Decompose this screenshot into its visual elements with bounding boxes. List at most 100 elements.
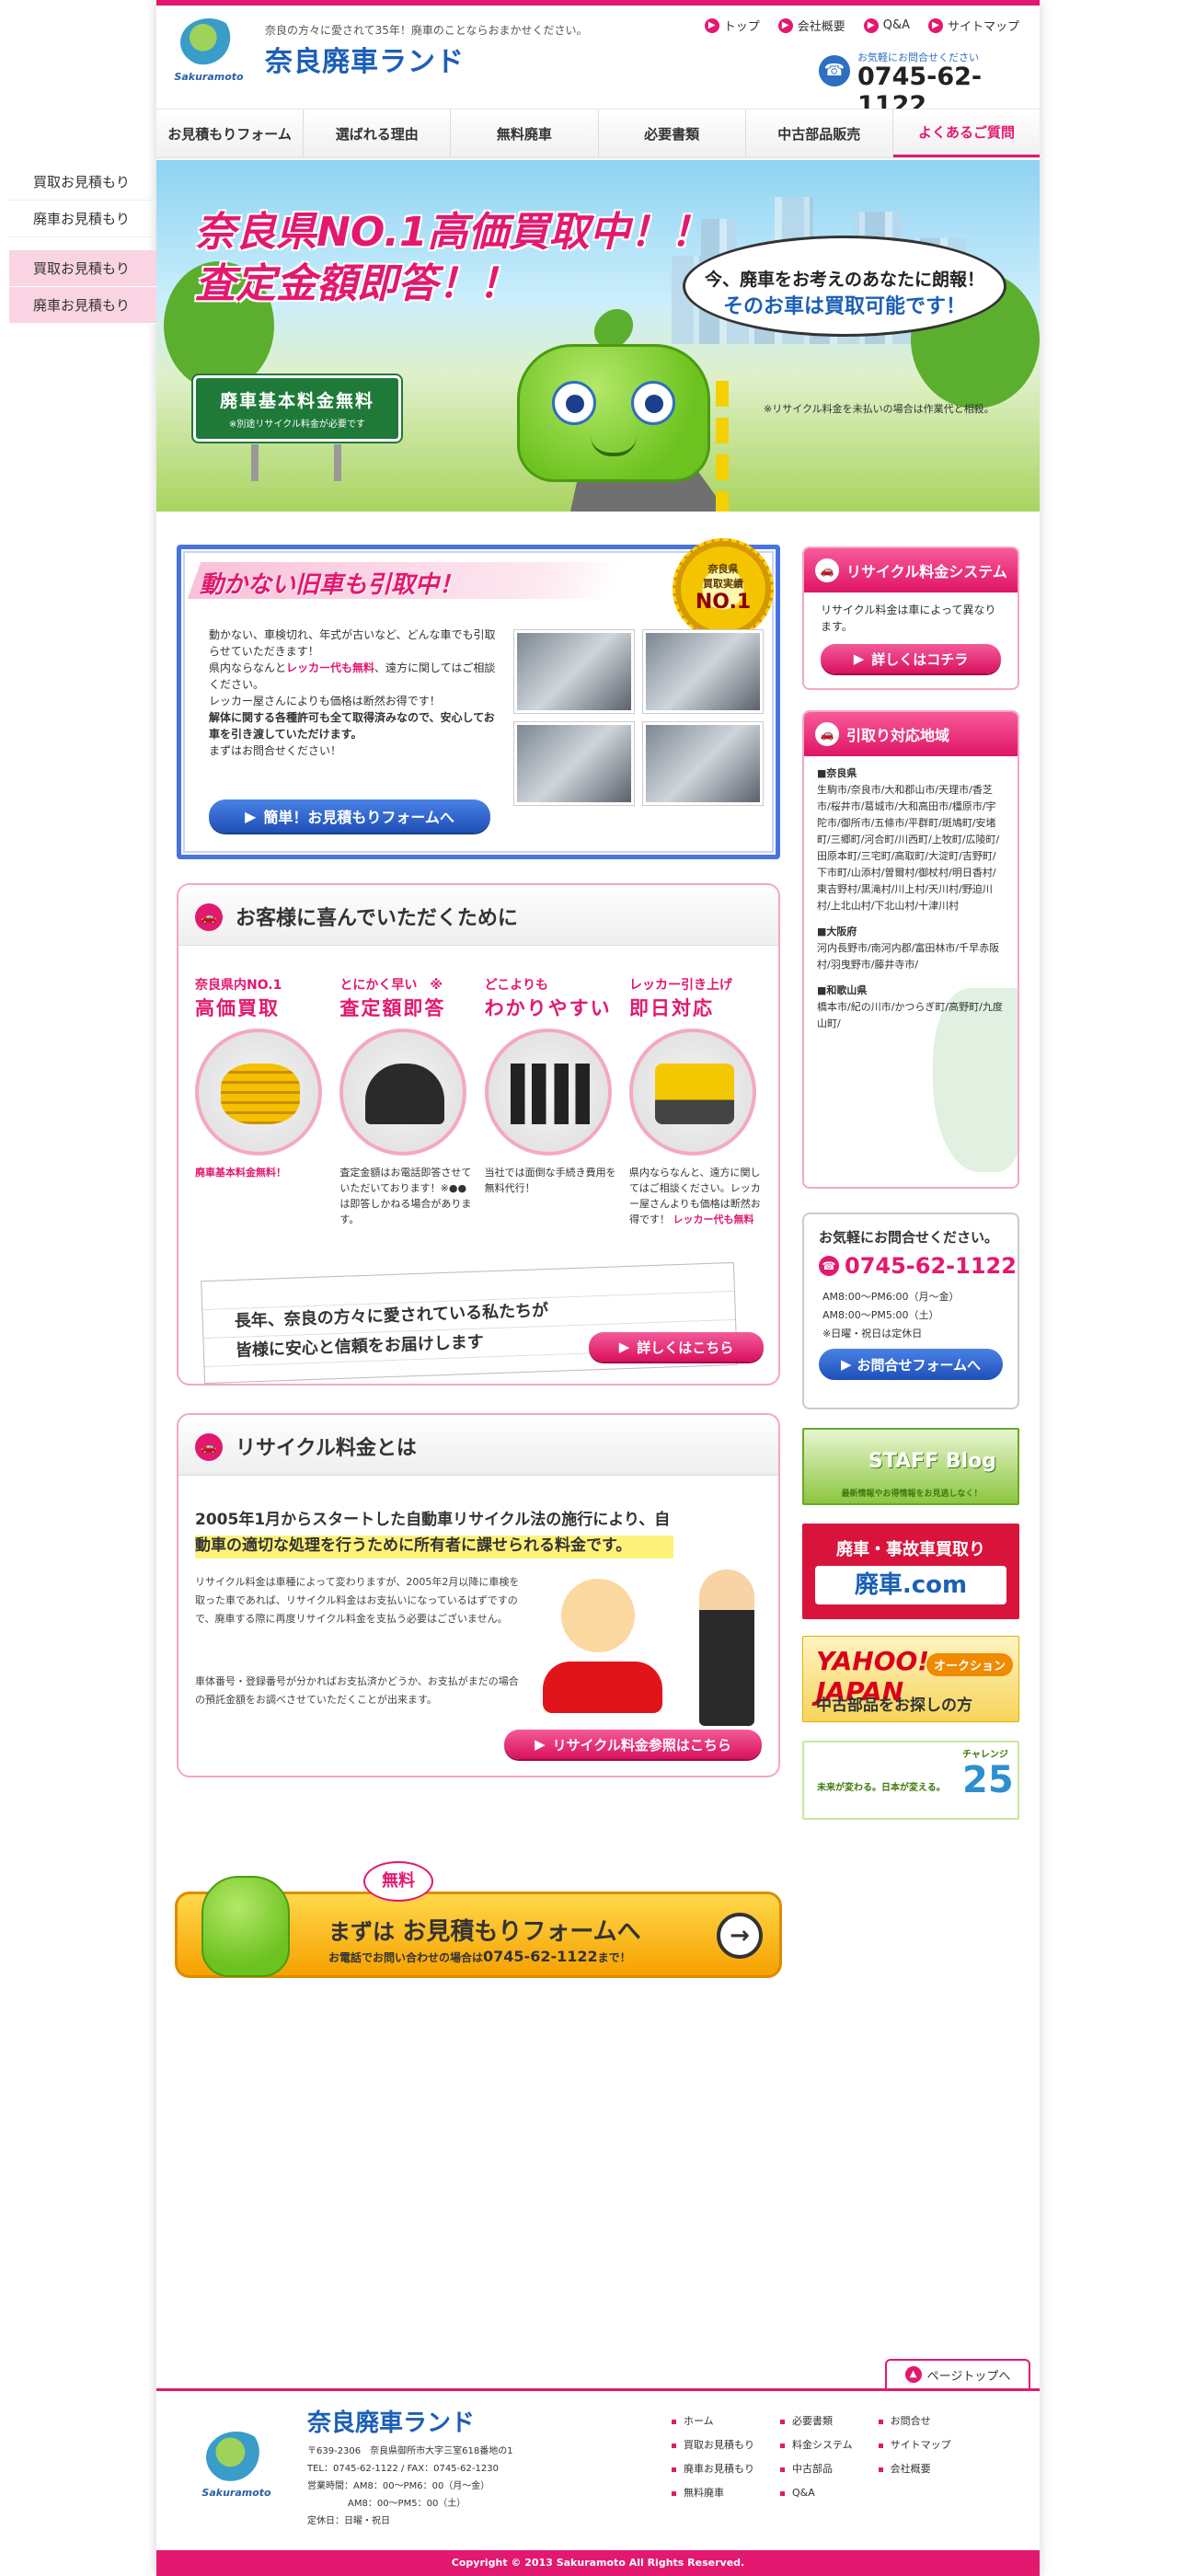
hero-banner: 奈良県NO.1高価買取中！！ 査定金額即答！！ 今、廃車をお考えのあなたに朗報！… (156, 160, 1040, 512)
merit-item: レッカー引き上げ 即日対応 県内ならなんと、遠方に関してはご相談ください。レッカ… (628, 978, 761, 1225)
page-top-button[interactable]: ▲ ページトップへ (885, 2359, 1030, 2388)
business-hours: AM8:00〜PM6:00（月〜金） AM8:00〜PM5:00（土） ※日曜・… (822, 1291, 960, 1340)
speech-bubble: 今、廃車をお考えのあなたに朗報！ そのお車は買取可能です！ (683, 236, 1006, 337)
details-button[interactable]: ▶ 詳しくはこちら (589, 1332, 764, 1362)
play-icon: ▶ (618, 1339, 630, 1355)
gnav-free-scrap[interactable]: 無料廃車 (451, 109, 599, 157)
footer-link[interactable]: ホーム (672, 2409, 754, 2433)
damaged-car-photo (642, 721, 764, 806)
section-header: 🚗 お客様に喜んでいただくために (178, 885, 778, 946)
footer-link[interactable]: 料金システム (780, 2433, 853, 2457)
copyright: Copyright © 2013 Sakuramoto All Rights R… (156, 2550, 1040, 2576)
footer-link[interactable]: お問合せ (879, 2409, 951, 2433)
car-icon: 🚗 (195, 1433, 223, 1461)
free-badge: 無料 (363, 1861, 433, 1902)
recycle-paragraph: 車体番号・登録番号が分かればお支払済かどうか、お支払がまだの場合の預託金額をお調… (195, 1675, 519, 1706)
estimate-form-button[interactable]: ▶ 簡単！お見積もりフォームへ (209, 799, 490, 833)
tagline: 奈良の方々に愛されて35年！廃車のことならおまかせください。 (265, 24, 588, 37)
sign-pole (251, 444, 259, 481)
header-phone[interactable]: ☎ お気軽にお問合せください 0745-62-1122 (819, 48, 1021, 120)
family-and-staff-illustration (543, 1560, 764, 1735)
footer-links: ホーム 買取お見積もり 廃車お見積もり 無料廃車 必要書類 料金システム 中古部… (672, 2409, 951, 2505)
footer-link[interactable]: 無料廃車 (672, 2481, 754, 2505)
merit-list: 奈良県内NO.1 高価買取 廃車基本料金無料！ とにかく早い ※ 査定額即答 査… (195, 975, 765, 1227)
top-nav-qa[interactable]: ▶ Q&A (863, 17, 910, 34)
car-icon: 🚗 (815, 722, 839, 746)
recycle-fee-section: 🚗 リサイクル料金とは 2005年1月からスタートした自動車リサイクル法の施行に… (177, 1413, 780, 1777)
red-car-image (543, 1662, 662, 1713)
gnav-reasons[interactable]: 選ばれる理由 (304, 109, 452, 157)
sign-pole (334, 444, 341, 481)
phone-icon: ☎ (819, 1256, 839, 1276)
mascot-car-illustration (517, 301, 710, 491)
footer-link[interactable]: 必要書類 (780, 2409, 853, 2433)
road-sign: 廃車基本料金無料 ※別途リサイクル料金が必要です (191, 374, 403, 481)
page-container: Sakuramoto 奈良の方々に愛されて35年！廃車のことならおまかせください… (156, 0, 1041, 2576)
staff-women-image (484, 1029, 612, 1156)
hero-headline-2: 査定金額即答！！ (195, 260, 519, 307)
top-nav-company[interactable]: ▶ 会社概要 (777, 17, 845, 34)
arrow-right-icon: ▶ (704, 17, 719, 33)
gnav-documents[interactable]: 必要書類 (599, 109, 746, 157)
damaged-car-photo (642, 629, 764, 714)
damaged-car-photo (513, 629, 635, 714)
arrow-up-icon: ▲ (904, 2366, 922, 2383)
footer-site-name: 奈良廃車ランド (307, 2409, 476, 2437)
merit-item: 奈良県内NO.1 高価買取 廃車基本料金無料！ (195, 975, 331, 1227)
side-buy-estimate[interactable]: 買取お見積もり (9, 164, 156, 201)
merit-item: どこよりも わかりやすい 当社では面倒な手続き費用を無料代行！ (484, 978, 616, 1194)
businessman-on-phone-image (339, 1029, 467, 1156)
gnav-used-parts[interactable]: 中古部品販売 (746, 109, 893, 157)
footer-link[interactable]: 廃車お見積もり (672, 2457, 754, 2481)
phone-icon: ☎ (819, 55, 850, 86)
yahoo-auction-banner[interactable]: YAHOO! JAPAN オークション 中古部品をお探しの方 (802, 1636, 1019, 1722)
play-icon: ▶ (535, 1736, 546, 1753)
bubble-line-1: 今、廃車をお考えのあなたに朗報！ (704, 270, 984, 290)
car-icon: 🚗 (815, 558, 839, 582)
staff-person-image (699, 1570, 754, 1726)
recycle-details-button[interactable]: ▶ 詳しくはコチラ (821, 644, 1001, 673)
logo-swirl-icon (206, 2432, 267, 2483)
footer-link[interactable]: Q&A (780, 2481, 853, 2505)
site-logo[interactable]: Sakuramoto (173, 18, 245, 83)
top-nav-sitemap[interactable]: ▶ サイトマップ (927, 17, 1019, 34)
footer-link[interactable]: 買取お見積もり (672, 2433, 754, 2457)
mascot-car-illustration (201, 1876, 290, 1977)
gnav-faq[interactable]: よくあるご質問 (892, 109, 1041, 157)
site-name[interactable]: 奈良廃車ランド (265, 39, 465, 79)
footer-link[interactable]: サイトマップ (879, 2433, 951, 2457)
side-scrap-estimate[interactable]: 廃車お見積もり (9, 201, 156, 237)
customer-section: 🚗 お客様に喜んでいただくために 奈良県内NO.1 高価買取 廃車基本料金無料！… (177, 883, 780, 1386)
section-text: 動かない、車検切れ、年式が古いなど、どんな車でも引取らせていただきます！ 県内な… (209, 628, 496, 757)
challenge25-banner[interactable]: 未来が変わる。日本が変える。 チャレンジ 25 (802, 1741, 1019, 1820)
contact-form-button[interactable]: ▶ お問合せフォームへ (819, 1349, 1003, 1380)
service-area-box: 🚗 引取り対応地域 ■奈良県 生駒市/奈良市/大和郡山市/天理市/香芝市/桜井市/… (802, 710, 1019, 1189)
hero-note: ※リサイクル料金を未払いの場合は作業代と相殺。 (764, 403, 995, 415)
staff-blog-banner[interactable]: STAFF Blog 最新情報やお得情報をお見逃しなく！ (802, 1428, 1019, 1505)
section-title: リサイクル料金とは (236, 1437, 417, 1460)
area-list: ■奈良県 生駒市/奈良市/大和郡山市/天理市/香芝市/桜井市/葛城市/大和高田市… (817, 767, 1003, 1029)
footer-link[interactable]: 会社概要 (879, 2457, 951, 2481)
gnav-estimate-form[interactable]: お見積もりフォーム (156, 109, 305, 157)
footer-logo[interactable]: Sakuramoto (195, 2432, 278, 2505)
side-buy-estimate[interactable]: 買取お見積もり (9, 250, 156, 287)
recycle-paragraph: リサイクル料金は車種によって変わりますが、2005年2月以降に車検を取った車であ… (195, 1576, 520, 1625)
contact-phone[interactable]: ☎ 0745-62-1122 (819, 1253, 1017, 1279)
family-image (561, 1579, 635, 1652)
tow-truck-image (628, 1029, 756, 1156)
estimate-form-banner[interactable]: 無料 まずは お見積もりフォームへ お電話でお問い合わせの場合は0745-62-… (175, 1861, 782, 1978)
no1-medal-badge: 奈良県 買取実績 NO.1 (673, 538, 774, 639)
haisha-com-banner[interactable]: 廃車・事故車買取り 廃車.com (802, 1524, 1019, 1619)
arrow-right-icon: ▶ (863, 17, 879, 33)
gold-coins-image (195, 1029, 322, 1156)
top-nav-top[interactable]: ▶ トップ (704, 17, 760, 34)
eye-icon (552, 381, 596, 425)
section-title: 動かない旧車も引取中！ (200, 571, 464, 599)
footer-link[interactable]: 中古部品 (780, 2457, 853, 2481)
side-scrap-estimate[interactable]: 廃車お見積もり (9, 287, 156, 324)
play-icon: ▶ (245, 807, 257, 825)
merit-item: とにかく早い ※ 査定額即答 査定金額はお電話即答させていただいております！※●… (339, 978, 472, 1225)
footer-address: 〒639-2306 奈良県御所市大字三室618番地の1 TEL：0745-62-… (307, 2446, 513, 2526)
recycle-fee-lookup-button[interactable]: ▶ リサイクル料金参照はこちら (504, 1730, 762, 1759)
global-nav: お見積もりフォーム 選ばれる理由 無料廃車 必要書類 中古部品販売 よくあるご質… (156, 109, 1041, 158)
